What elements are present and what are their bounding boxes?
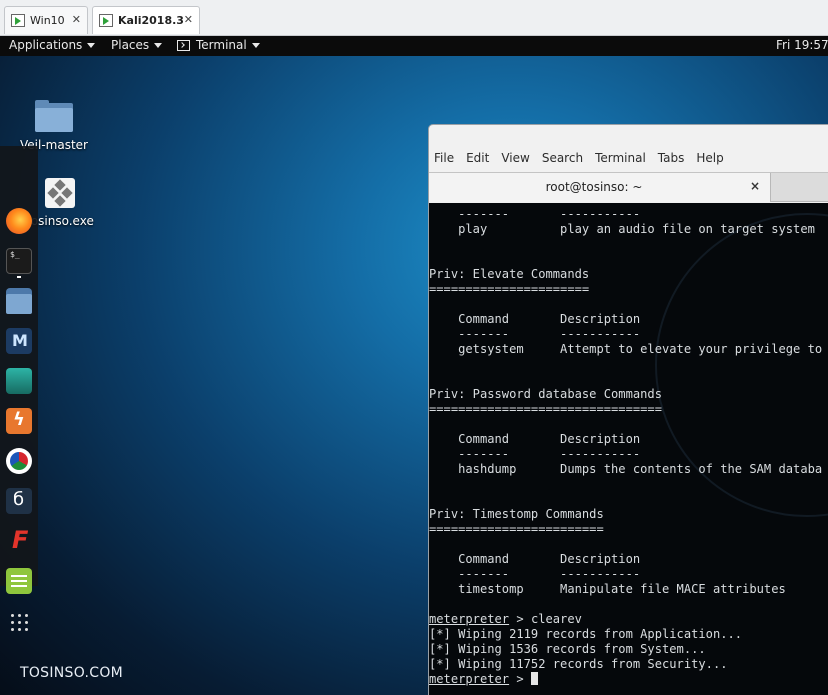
vm-tab-strip: Win10 ✕ Kali2018.3 ✕: [0, 0, 828, 36]
terminal-tab-title: root@tosinso: ~: [545, 180, 643, 194]
terminal-line: ======================: [429, 282, 590, 296]
prompt-suffix: >: [509, 612, 531, 626]
terminal-output-line: [*] Wiping 1536 records from System...: [429, 642, 706, 656]
vm-tab-win10[interactable]: Win10 ✕: [4, 6, 88, 34]
terminal-tabbar: root@tosinso: ~ ×: [429, 172, 828, 202]
firefox-icon[interactable]: [6, 208, 32, 234]
burpsuite-icon[interactable]: [6, 408, 32, 434]
prompt-label: meterpreter: [429, 672, 510, 686]
armitage-icon[interactable]: [6, 368, 32, 394]
show-apps-icon[interactable]: [6, 609, 32, 635]
terminal-menu-label: Terminal: [196, 38, 247, 52]
metasploit-icon[interactable]: [6, 328, 32, 354]
terminal-line: Command Description: [429, 432, 641, 446]
terminal-output[interactable]: ------- ----------- play play an audio f…: [429, 203, 828, 695]
terminal-line: Priv: Timestomp Commands: [429, 507, 604, 521]
vm-tab-label: Kali2018.3: [118, 14, 184, 27]
vm-tab-kali[interactable]: Kali2018.3 ✕: [92, 6, 200, 34]
chevron-down-icon: [87, 42, 96, 48]
close-icon[interactable]: ✕: [184, 13, 193, 26]
terminal-icon[interactable]: [6, 248, 32, 274]
close-icon[interactable]: ×: [750, 179, 760, 193]
applications-label: Applications: [9, 38, 83, 52]
vm-icon: [11, 14, 25, 27]
notes-icon[interactable]: [6, 568, 32, 594]
terminal-window: File Edit View Search Terminal Tabs Help…: [428, 124, 828, 695]
terminal-line: Command Description: [429, 552, 641, 566]
menu-view[interactable]: View: [501, 151, 529, 171]
terminal-line: ------- -----------: [429, 447, 641, 461]
prompt-suffix: >: [509, 672, 531, 686]
vm-icon: [99, 14, 113, 27]
prompt-command: clearev: [530, 612, 582, 626]
terminal-line: ------- -----------: [429, 567, 641, 581]
folder-icon: [35, 100, 73, 132]
terminal-prompt-line: meterpreter >: [429, 672, 822, 687]
faraday-icon[interactable]: [6, 526, 32, 554]
terminal-line: getsystem Attempt to elevate your privil…: [429, 342, 823, 356]
maltego-icon[interactable]: [6, 448, 32, 474]
terminal-output-line: [*] Wiping 11752 records from Security..…: [429, 657, 728, 671]
running-indicator: [17, 276, 21, 278]
places-menu[interactable]: Places: [111, 38, 163, 52]
places-label: Places: [111, 38, 150, 52]
terminal-line: ------- -----------: [429, 327, 641, 341]
terminal-line: ------- -----------: [429, 207, 641, 221]
terminal-line: play play an audio file on target system: [429, 222, 815, 236]
prompt-label: meterpreter: [429, 612, 510, 626]
terminal-prompt-line: meterpreter > clearev: [429, 612, 822, 627]
terminal-text: ------- ----------- play play an audio f…: [429, 207, 822, 687]
chevron-down-icon: [154, 42, 163, 48]
menu-tabs[interactable]: Tabs: [658, 151, 685, 171]
clock-label: Fri 19:57: [776, 38, 828, 52]
terminal-line: Command Description: [429, 312, 641, 326]
terminal-icon: [177, 39, 190, 51]
vm-tab-label: Win10: [30, 14, 65, 27]
menu-file[interactable]: File: [434, 151, 454, 171]
terminal-line: Priv: Elevate Commands: [429, 267, 590, 281]
menu-help[interactable]: Help: [696, 151, 723, 171]
top-panel: Applications Places Terminal Fri 19:57: [0, 36, 828, 56]
applications-menu[interactable]: Applications: [9, 38, 96, 52]
terminal-output-line: [*] Wiping 2119 records from Application…: [429, 627, 743, 641]
terminal-line: ================================: [429, 402, 662, 416]
clock[interactable]: Fri 19:57: [776, 38, 828, 52]
terminal-line: Priv: Password database Commands: [429, 387, 662, 401]
terminal-line: timestomp Manipulate file MACE attribute…: [429, 582, 786, 596]
terminal-line: hashdump Dumps the contents of the SAM d…: [429, 462, 823, 476]
dock: [0, 146, 38, 594]
menu-search[interactable]: Search: [542, 151, 583, 171]
terminal-tab[interactable]: root@tosinso: ~ ×: [429, 173, 771, 202]
chevron-down-icon: [251, 42, 260, 48]
watermark: TOSINSO.COM: [20, 665, 124, 681]
menu-terminal[interactable]: Terminal: [595, 151, 646, 171]
terminal-menubar: File Edit View Search Terminal Tabs Help: [429, 151, 828, 171]
text-cursor: [530, 672, 538, 685]
terminal-app-menu[interactable]: Terminal: [177, 38, 260, 52]
desktop-icon-veil-master[interactable]: Veil-master: [18, 100, 90, 152]
beef-icon[interactable]: [6, 488, 32, 514]
exe-file-icon: [45, 178, 75, 208]
files-icon[interactable]: [6, 288, 32, 314]
menu-edit[interactable]: Edit: [466, 151, 489, 171]
terminal-line: ========================: [429, 522, 604, 536]
close-icon[interactable]: ✕: [72, 13, 81, 26]
